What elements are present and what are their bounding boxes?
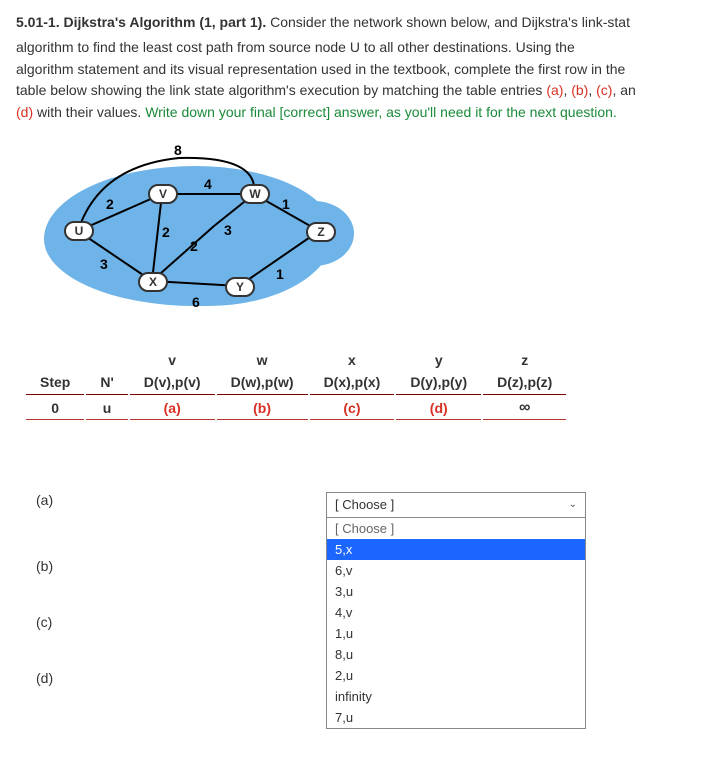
qa-label-a: (a) xyxy=(36,492,326,508)
dropdown-option[interactable]: infinity xyxy=(327,686,585,707)
qa-label-c: (c) xyxy=(36,614,326,630)
cell-step: 0 xyxy=(26,397,84,420)
dijkstra-table: v w x y z Step N' D(v),p(v) D(w),p(w) D(… xyxy=(24,348,568,422)
col-v: v xyxy=(130,350,215,370)
cell-c: (c) xyxy=(310,397,395,420)
select-a-value: [ Choose ] xyxy=(335,497,394,512)
dropdown-option[interactable]: 5,x xyxy=(327,539,585,560)
dropdown-option[interactable]: 4,v xyxy=(327,602,585,623)
node-y: Y xyxy=(225,277,255,297)
cell-d: (d) xyxy=(396,397,481,420)
sub-x: D(x),p(x) xyxy=(310,372,395,395)
question-body-l3: algorithm statement and its visual repre… xyxy=(16,59,698,81)
label-d: (d) xyxy=(16,104,33,120)
node-z: Z xyxy=(306,222,336,242)
qa-label-b: (b) xyxy=(36,558,326,574)
question-heading: 5.01-1. Dijkstra's Algorithm (1, part 1)… xyxy=(16,12,698,33)
dropdown-option[interactable]: 8,u xyxy=(327,644,585,665)
question-body-l5: (d) with their values. Write down your f… xyxy=(16,102,698,124)
cell-np: u xyxy=(86,397,127,420)
label-a: (a) xyxy=(546,82,563,98)
question-body-l4: table below showing the link state algor… xyxy=(16,80,698,102)
col-w: w xyxy=(217,350,308,370)
dropdown-option[interactable]: 3,u xyxy=(327,581,585,602)
question-body-l5b: Write down your final [correct] answer, … xyxy=(145,104,617,120)
weight-xy: 6 xyxy=(192,294,200,310)
dropdown-option[interactable]: [ Choose ] xyxy=(327,518,585,539)
label-b: (b) xyxy=(571,82,588,98)
node-x: X xyxy=(138,272,168,292)
qa-row-a: (a) [ Choose ] ⌄ [ Choose ] 5,x 6,v 3,u … xyxy=(36,492,658,518)
answer-area: (a) [ Choose ] ⌄ [ Choose ] 5,x 6,v 3,u … xyxy=(16,492,698,696)
sub-z: D(z),p(z) xyxy=(483,372,566,395)
qa-label-d: (d) xyxy=(36,670,326,686)
cell-a: (a) xyxy=(130,397,215,420)
col-step: Step xyxy=(26,372,84,395)
question-body-l2: algorithm to find the least cost path fr… xyxy=(16,37,698,59)
select-a[interactable]: [ Choose ] ⌄ xyxy=(326,492,586,518)
sub-y: D(y),p(y) xyxy=(396,372,481,395)
sub-v: D(v),p(v) xyxy=(130,372,215,395)
weight-ux: 3 xyxy=(100,256,108,272)
question-number: 5.01-1. xyxy=(16,14,60,30)
chevron-down-icon: ⌄ xyxy=(569,499,577,510)
col-np: N' xyxy=(86,372,127,395)
question-title: Dijkstra's Algorithm (1, part 1). xyxy=(63,14,266,30)
weight-vw: 4 xyxy=(204,176,212,192)
select-a-dropdown: [ Choose ] 5,x 6,v 3,u 4,v 1,u 8,u 2,u i… xyxy=(326,517,586,729)
question-body-l4a: table below showing the link state algor… xyxy=(16,82,546,98)
col-y: y xyxy=(396,350,481,370)
weight-vx: 2 xyxy=(162,224,170,240)
question-body-p1: Consider the network shown below, and Di… xyxy=(270,14,630,30)
label-c: (c) xyxy=(596,82,612,98)
weight-yz: 1 xyxy=(276,266,284,282)
weight-wy: 3 xyxy=(224,222,232,238)
weight-xw: 2 xyxy=(190,238,198,254)
node-v: V xyxy=(148,184,178,204)
question-body-l4b: , an xyxy=(612,82,635,98)
weight-wz: 1 xyxy=(282,196,290,212)
node-w: W xyxy=(240,184,270,204)
table-row: 0 u (a) (b) (c) (d) ∞ xyxy=(26,397,566,420)
dropdown-option[interactable]: 6,v xyxy=(327,560,585,581)
sub-w: D(w),p(w) xyxy=(217,372,308,395)
dropdown-option[interactable]: 7,u xyxy=(327,707,585,728)
cell-b: (b) xyxy=(217,397,308,420)
weight-uv: 2 xyxy=(106,196,114,212)
node-u: U xyxy=(64,221,94,241)
network-graph: U V W X Y Z 8 2 3 4 2 2 3 6 1 1 xyxy=(44,146,354,326)
dropdown-option[interactable]: 2,u xyxy=(327,665,585,686)
col-x: x xyxy=(310,350,395,370)
cell-z: ∞ xyxy=(483,397,566,420)
col-z: z xyxy=(483,350,566,370)
question-body-l5a: with their values. xyxy=(33,104,145,120)
dropdown-option[interactable]: 1,u xyxy=(327,623,585,644)
weight-top: 8 xyxy=(174,142,182,158)
